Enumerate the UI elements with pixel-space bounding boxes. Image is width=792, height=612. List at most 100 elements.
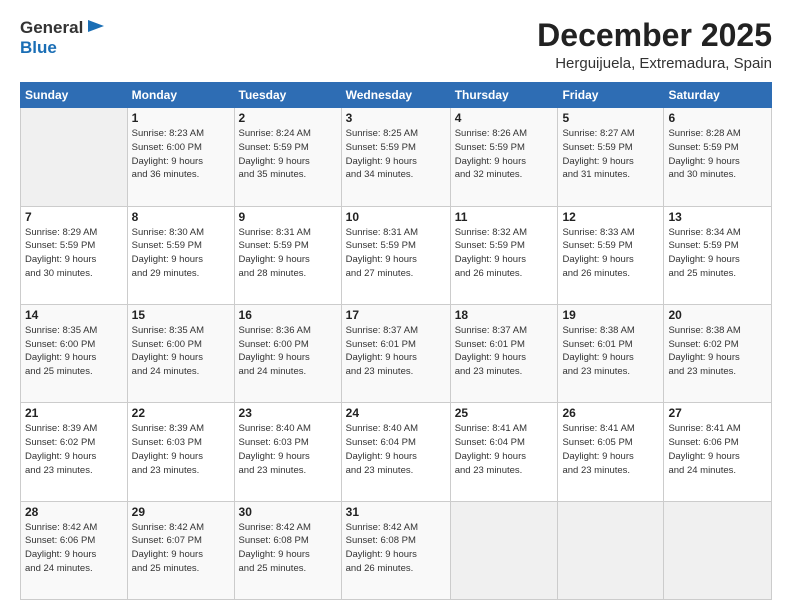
day-number: 28 (25, 505, 123, 519)
day-number: 21 (25, 406, 123, 420)
title-block: December 2025 Herguijuela, Extremadura, … (537, 18, 772, 72)
calendar-header-row: SundayMondayTuesdayWednesdayThursdayFrid… (21, 83, 772, 108)
day-info: Sunrise: 8:27 AMSunset: 5:59 PMDaylight:… (562, 127, 659, 182)
day-number: 10 (346, 210, 446, 224)
day-header-monday: Monday (127, 83, 234, 108)
day-number: 16 (239, 308, 337, 322)
day-info: Sunrise: 8:38 AMSunset: 6:01 PMDaylight:… (562, 324, 659, 379)
calendar-cell: 26Sunrise: 8:41 AMSunset: 6:05 PMDayligh… (558, 403, 664, 501)
calendar-cell: 9 Sunrise: 8:31 AMSunset: 5:59 PMDaylight… (234, 206, 341, 304)
day-number: 7 (25, 210, 123, 224)
day-number: 26 (562, 406, 659, 420)
day-number: 19 (562, 308, 659, 322)
day-info: Sunrise: 8:32 AMSunset: 5:59 PMDaylight:… (455, 226, 554, 281)
calendar-cell: 6Sunrise: 8:28 AMSunset: 5:59 PMDaylight… (664, 108, 772, 206)
page: General Blue December 2025 Herguijuela, … (0, 0, 792, 612)
calendar-week-row: 21Sunrise: 8:39 AMSunset: 6:02 PMDayligh… (21, 403, 772, 501)
day-info: Sunrise: 8:25 AMSunset: 5:59 PMDaylight:… (346, 127, 446, 182)
calendar-table: SundayMondayTuesdayWednesdayThursdayFrid… (20, 82, 772, 600)
calendar-week-row: 7 Sunrise: 8:29 AMSunset: 5:59 PMDaylight… (21, 206, 772, 304)
day-info: Sunrise: 8:30 AMSunset: 5:59 PMDaylight:… (132, 226, 230, 281)
calendar-cell: 18 Sunrise: 8:37 AMSunset: 6:01 PMDayligh… (450, 304, 558, 402)
day-info: Sunrise: 8:38 AMSunset: 6:02 PMDaylight:… (668, 324, 767, 379)
day-number: 8 (132, 210, 230, 224)
day-info: Sunrise: 8:31 AMSunset: 5:59 PMDaylight:… (239, 226, 337, 281)
calendar-cell: 3 Sunrise: 8:25 AMSunset: 5:59 PMDaylight… (341, 108, 450, 206)
day-number: 24 (346, 406, 446, 420)
day-number: 17 (346, 308, 446, 322)
day-info: Sunrise: 8:28 AMSunset: 5:59 PMDaylight:… (668, 127, 767, 182)
calendar-cell: 7 Sunrise: 8:29 AMSunset: 5:59 PMDaylight… (21, 206, 128, 304)
day-number: 12 (562, 210, 659, 224)
day-number: 2 (239, 111, 337, 125)
day-header-sunday: Sunday (21, 83, 128, 108)
day-number: 30 (239, 505, 337, 519)
day-number: 1 (132, 111, 230, 125)
location: Herguijuela, Extremadura, Spain (537, 55, 772, 72)
day-header-saturday: Saturday (664, 83, 772, 108)
calendar-cell (450, 501, 558, 599)
calendar-cell: 10Sunrise: 8:31 AMSunset: 5:59 PMDayligh… (341, 206, 450, 304)
month-title: December 2025 (537, 18, 772, 53)
day-number: 14 (25, 308, 123, 322)
calendar-cell: 21Sunrise: 8:39 AMSunset: 6:02 PMDayligh… (21, 403, 128, 501)
calendar-cell: 24Sunrise: 8:40 AMSunset: 6:04 PMDayligh… (341, 403, 450, 501)
day-header-tuesday: Tuesday (234, 83, 341, 108)
calendar-cell: 16 Sunrise: 8:36 AMSunset: 6:00 PMDayligh… (234, 304, 341, 402)
calendar-cell: 29Sunrise: 8:42 AMSunset: 6:07 PMDayligh… (127, 501, 234, 599)
calendar-cell: 23 Sunrise: 8:40 AMSunset: 6:03 PMDayligh… (234, 403, 341, 501)
calendar-cell: 13Sunrise: 8:34 AMSunset: 5:59 PMDayligh… (664, 206, 772, 304)
calendar-cell: 14 Sunrise: 8:35 AMSunset: 6:00 PMDayligh… (21, 304, 128, 402)
day-number: 23 (239, 406, 337, 420)
calendar-cell: 15Sunrise: 8:35 AMSunset: 6:00 PMDayligh… (127, 304, 234, 402)
day-number: 9 (239, 210, 337, 224)
day-header-friday: Friday (558, 83, 664, 108)
day-number: 18 (455, 308, 554, 322)
day-info: Sunrise: 8:39 AMSunset: 6:03 PMDaylight:… (132, 422, 230, 477)
calendar-cell: 17Sunrise: 8:37 AMSunset: 6:01 PMDayligh… (341, 304, 450, 402)
day-info: Sunrise: 8:42 AMSunset: 6:07 PMDaylight:… (132, 521, 230, 576)
calendar-cell (558, 501, 664, 599)
day-header-wednesday: Wednesday (341, 83, 450, 108)
header: General Blue December 2025 Herguijuela, … (20, 18, 772, 72)
day-info: Sunrise: 8:26 AMSunset: 5:59 PMDaylight:… (455, 127, 554, 182)
day-info: Sunrise: 8:35 AMSunset: 6:00 PMDaylight:… (25, 324, 123, 379)
calendar-cell: 1 Sunrise: 8:23 AMSunset: 6:00 PMDaylight… (127, 108, 234, 206)
calendar-cell: 12 Sunrise: 8:33 AMSunset: 5:59 PMDayligh… (558, 206, 664, 304)
day-info: Sunrise: 8:35 AMSunset: 6:00 PMDaylight:… (132, 324, 230, 379)
day-info: Sunrise: 8:42 AMSunset: 6:08 PMDaylight:… (239, 521, 337, 576)
calendar-cell: 25 Sunrise: 8:41 AMSunset: 6:04 PMDayligh… (450, 403, 558, 501)
day-info: Sunrise: 8:37 AMSunset: 6:01 PMDaylight:… (455, 324, 554, 379)
day-number: 27 (668, 406, 767, 420)
day-info: Sunrise: 8:41 AMSunset: 6:06 PMDaylight:… (668, 422, 767, 477)
day-info: Sunrise: 8:34 AMSunset: 5:59 PMDaylight:… (668, 226, 767, 281)
calendar-cell (664, 501, 772, 599)
calendar-cell: 4 Sunrise: 8:26 AMSunset: 5:59 PMDaylight… (450, 108, 558, 206)
calendar-cell: 22 Sunrise: 8:39 AMSunset: 6:03 PMDayligh… (127, 403, 234, 501)
calendar-week-row: 14 Sunrise: 8:35 AMSunset: 6:00 PMDayligh… (21, 304, 772, 402)
calendar-cell: 30 Sunrise: 8:42 AMSunset: 6:08 PMDayligh… (234, 501, 341, 599)
day-number: 3 (346, 111, 446, 125)
day-info: Sunrise: 8:41 AMSunset: 6:04 PMDaylight:… (455, 422, 554, 477)
day-number: 22 (132, 406, 230, 420)
calendar-cell (21, 108, 128, 206)
calendar-cell: 20Sunrise: 8:38 AMSunset: 6:02 PMDayligh… (664, 304, 772, 402)
calendar-week-row: 1 Sunrise: 8:23 AMSunset: 6:00 PMDaylight… (21, 108, 772, 206)
day-number: 25 (455, 406, 554, 420)
calendar-cell: 11 Sunrise: 8:32 AMSunset: 5:59 PMDayligh… (450, 206, 558, 304)
calendar-week-row: 28Sunrise: 8:42 AMSunset: 6:06 PMDayligh… (21, 501, 772, 599)
calendar-cell: 5 Sunrise: 8:27 AMSunset: 5:59 PMDaylight… (558, 108, 664, 206)
day-info: Sunrise: 8:29 AMSunset: 5:59 PMDaylight:… (25, 226, 123, 281)
day-info: Sunrise: 8:36 AMSunset: 6:00 PMDaylight:… (239, 324, 337, 379)
calendar-cell: 19 Sunrise: 8:38 AMSunset: 6:01 PMDayligh… (558, 304, 664, 402)
blue-flag-icon (86, 18, 106, 38)
logo: General Blue (20, 18, 106, 59)
day-number: 4 (455, 111, 554, 125)
day-info: Sunrise: 8:40 AMSunset: 6:03 PMDaylight:… (239, 422, 337, 477)
calendar-cell: 2Sunrise: 8:24 AMSunset: 5:59 PMDaylight… (234, 108, 341, 206)
day-info: Sunrise: 8:23 AMSunset: 6:00 PMDaylight:… (132, 127, 230, 182)
day-number: 5 (562, 111, 659, 125)
day-info: Sunrise: 8:33 AMSunset: 5:59 PMDaylight:… (562, 226, 659, 281)
calendar-cell: 27 Sunrise: 8:41 AMSunset: 6:06 PMDayligh… (664, 403, 772, 501)
day-number: 11 (455, 210, 554, 224)
